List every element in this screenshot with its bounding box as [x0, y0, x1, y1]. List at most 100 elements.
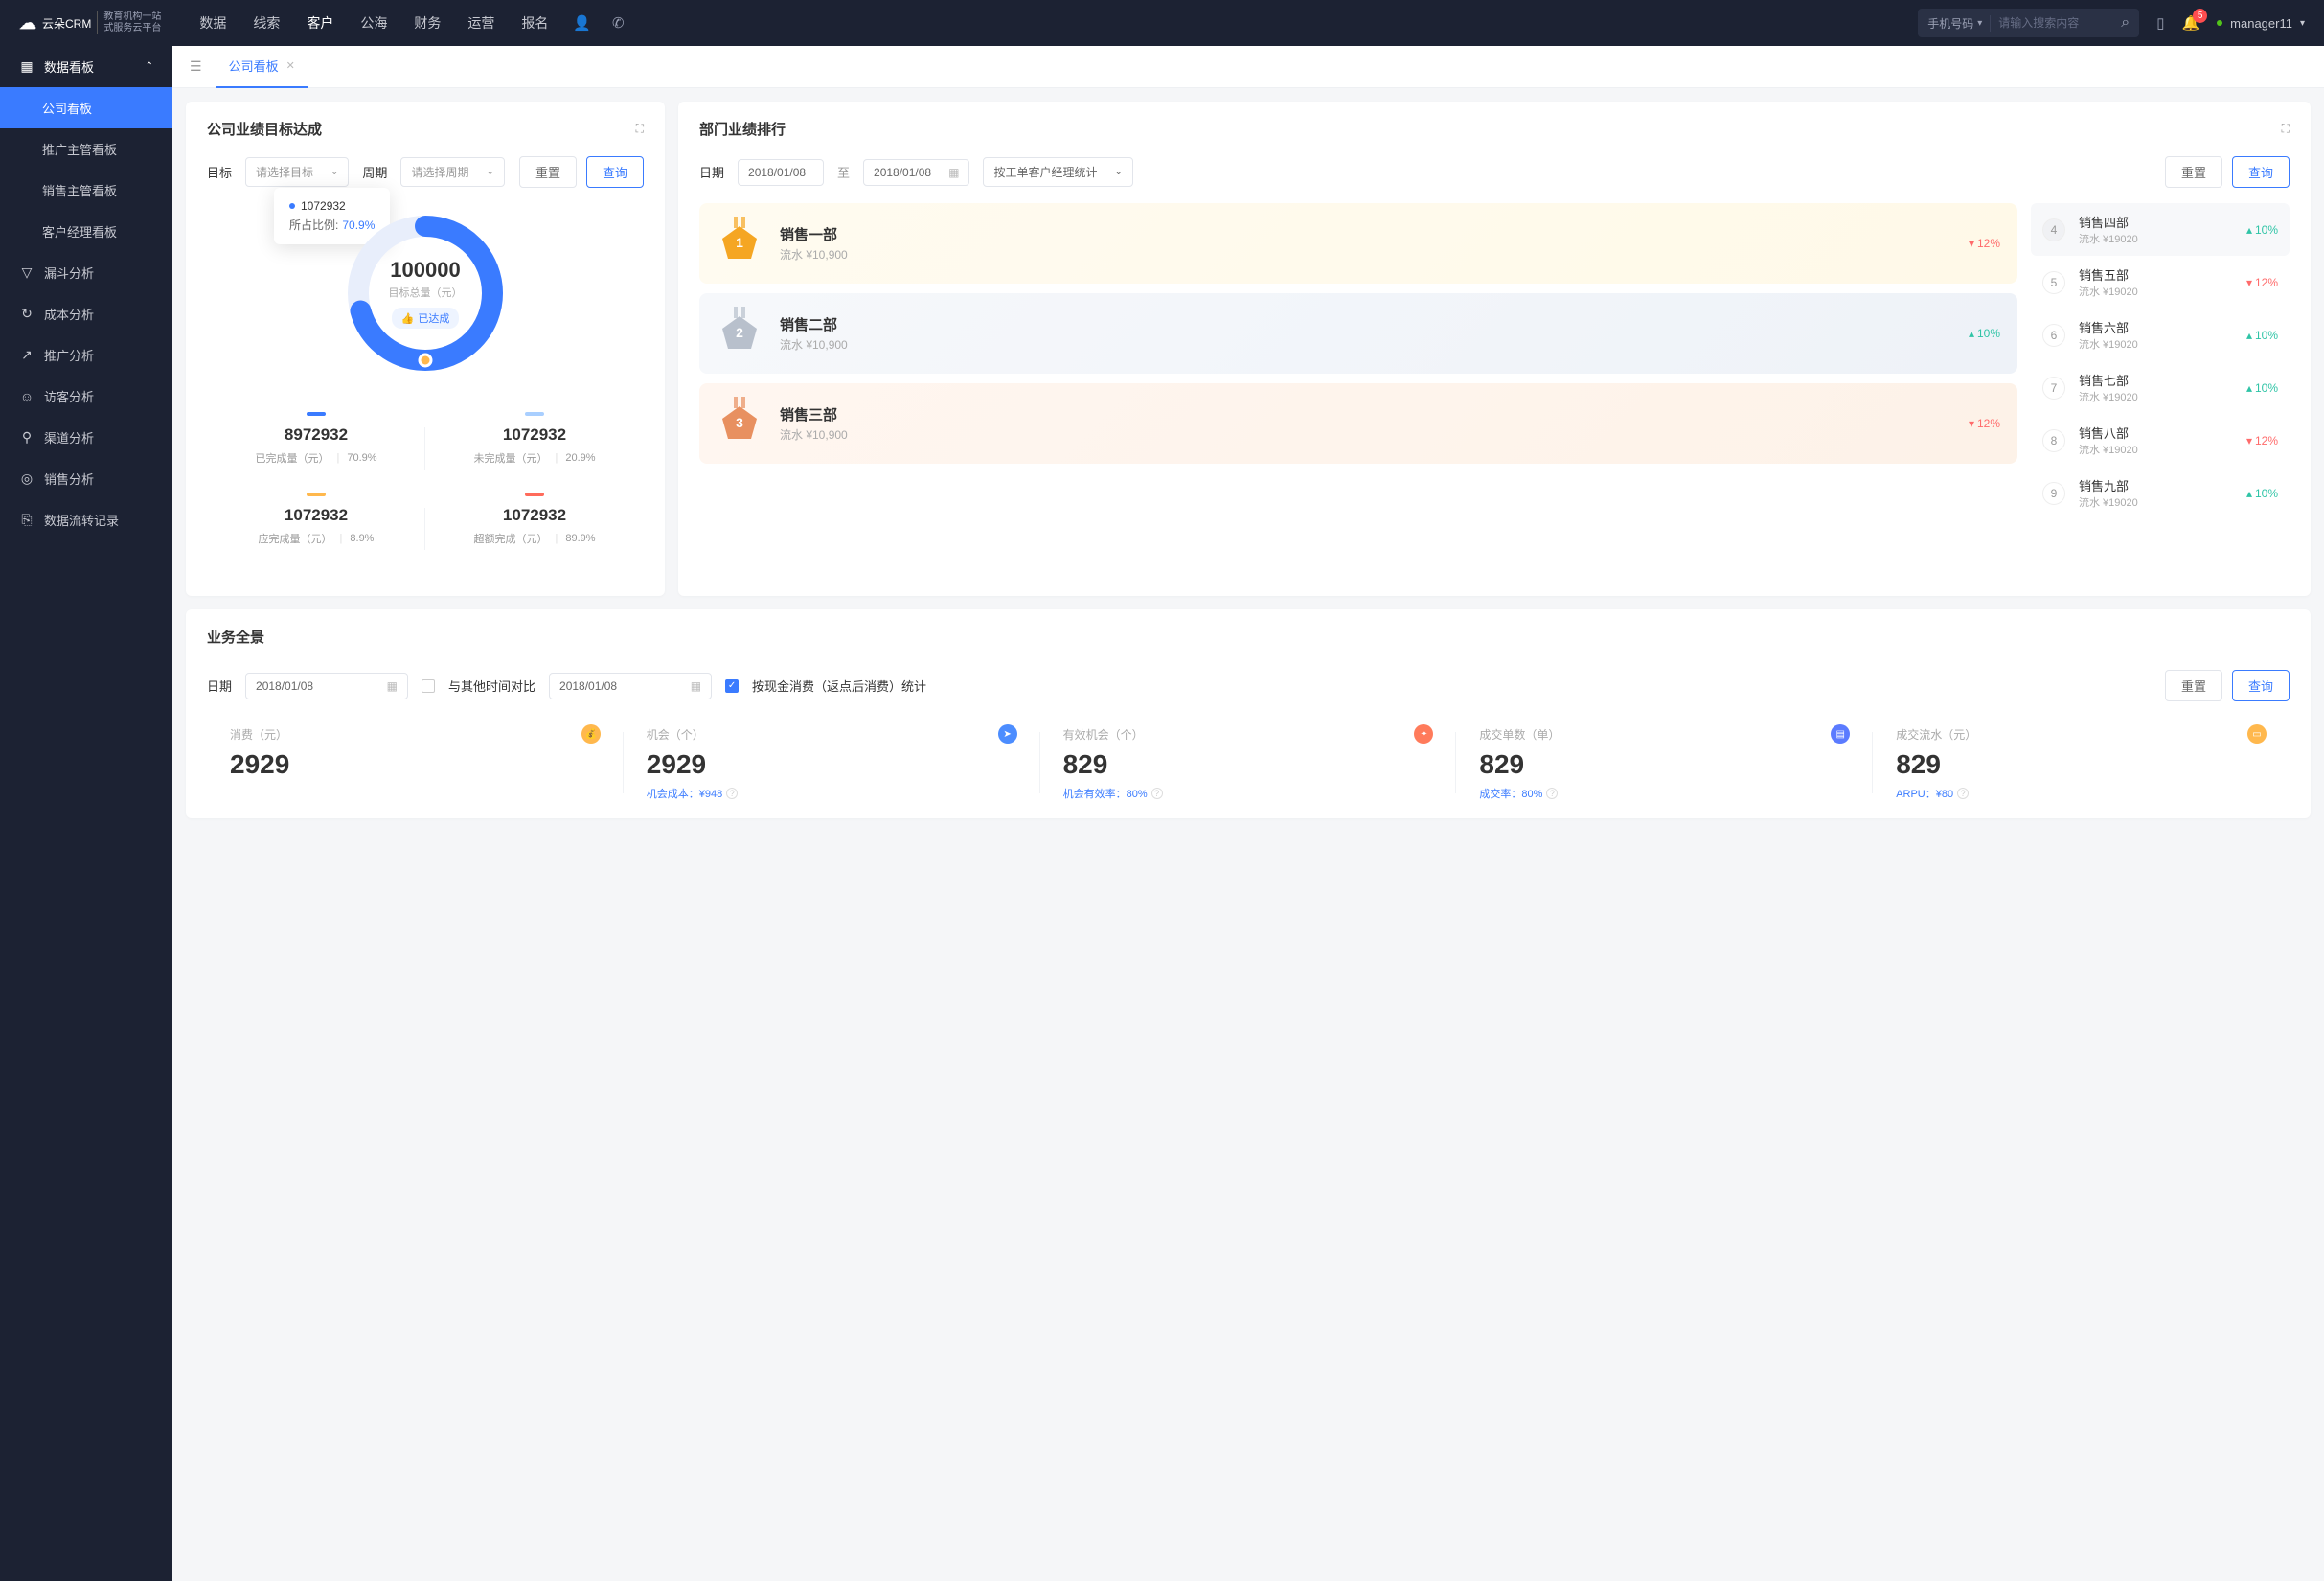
logo: ☁ 云朵CRM 教育机构一站式服务云平台 [19, 11, 161, 34]
nav-item-0[interactable]: 数据 [199, 13, 226, 33]
user-menu[interactable]: manager11 ▾ [2217, 16, 2305, 31]
help-icon[interactable]: ? [726, 788, 738, 799]
goal-stat-2: 1072932应完成量（元）|8.9% [207, 479, 425, 560]
sidebar-icon: ◎ [19, 470, 34, 487]
nav-item-4[interactable]: 财务 [414, 13, 441, 33]
metric-icon: 💰 [581, 724, 601, 744]
target-select[interactable]: 请选择目标⌄ [245, 157, 349, 187]
date2-input[interactable]: 2018/01/08▦ [549, 673, 712, 699]
date-to-input[interactable]: 2018/01/08▦ [863, 159, 969, 186]
sidebar-item-3[interactable]: ☺访客分析 [0, 376, 172, 417]
help-icon[interactable]: ? [1151, 788, 1163, 799]
business-title: 业务全景 [207, 627, 2290, 647]
user-icon[interactable]: 👤 [573, 14, 591, 32]
date-from-input[interactable]: 2018/01/08 [738, 159, 824, 186]
rank-item-5: 5销售五部流水 ¥19020▾12% [2031, 256, 2290, 309]
goal-stat-3: 1072932超额完成（元）|89.9% [425, 479, 644, 560]
metric-1: 机会（个）➤2929机会成本：¥948? [624, 724, 1040, 801]
sidebar-item-2[interactable]: ↗推广分析 [0, 334, 172, 376]
nav-item-2[interactable]: 客户 [307, 13, 333, 33]
rank-top-1: 1销售一部流水 ¥10,900▾12% [699, 203, 2017, 284]
expand-icon[interactable]: ⛶ [636, 122, 644, 136]
rank-item-6: 6销售六部流水 ¥19020▴10% [2031, 309, 2290, 361]
search-type-select[interactable]: 手机号码▾ [1927, 15, 1991, 32]
nav-item-6[interactable]: 报名 [521, 13, 548, 33]
period-select[interactable]: 请选择周期⌄ [400, 157, 504, 187]
chevron-down-icon: ⌄ [330, 167, 338, 177]
svg-text:1: 1 [736, 235, 743, 250]
brand-sub: 教育机构一站式服务云平台 [97, 11, 161, 34]
date1-input[interactable]: 2018/01/08▦ [245, 673, 408, 699]
chevron-down-icon: ⌄ [1114, 167, 1122, 177]
ranking-card: 部门业绩排行 ⛶ 日期 2018/01/08 至 2018/01/08▦ 按工单… [678, 102, 2311, 596]
query-button[interactable]: 查询 [586, 156, 644, 188]
business-card: 业务全景 日期 2018/01/08▦ 与其他时间对比 2018/01/08▦ … [186, 609, 2311, 818]
expand-icon[interactable]: ⛶ [2282, 122, 2290, 136]
sidebar-sub-2[interactable]: 销售主管看板 [0, 170, 172, 211]
search-box: 手机号码▾ ⌕ [1918, 9, 2139, 37]
tab-bar: ☰ 公司看板 ✕ [172, 46, 2324, 88]
reset-button[interactable]: 重置 [2165, 670, 2222, 701]
goal-stat-1: 1072932未完成量（元）|20.9% [425, 399, 644, 479]
sidebar-sub-3[interactable]: 客户经理看板 [0, 211, 172, 252]
sidebar-header[interactable]: ▦数据看板 ⌃ [0, 46, 172, 87]
status-dot [2217, 20, 2222, 26]
hamburger-icon[interactable]: ☰ [182, 58, 210, 75]
sidebar-icon: ☺ [19, 389, 34, 404]
top-nav: 数据 线索 客户 公海 财务 运营 报名 [199, 13, 548, 33]
svg-text:3: 3 [736, 415, 743, 430]
goal-card: 公司业绩目标达成 ⛶ 目标 请选择目标⌄ 周期 请选择周期⌄ 重置 查询 [186, 102, 665, 596]
metric-icon: ▭ [2247, 724, 2267, 744]
dashboard-icon: ▦ [19, 58, 34, 75]
metric-icon: ▤ [1831, 724, 1850, 744]
cash-checkbox[interactable] [725, 679, 739, 693]
help-icon[interactable]: ? [1546, 788, 1558, 799]
sidebar-item-4[interactable]: ⚲渠道分析 [0, 417, 172, 458]
sidebar-item-0[interactable]: ▽漏斗分析 [0, 252, 172, 293]
query-button[interactable]: 查询 [2232, 156, 2290, 188]
target-label: 目标 [207, 163, 232, 181]
sidebar-item-1[interactable]: ↻成本分析 [0, 293, 172, 334]
help-icon[interactable]: ? [1957, 788, 1969, 799]
nav-item-1[interactable]: 线索 [253, 13, 280, 33]
bell-icon[interactable]: 🔔5 [2181, 14, 2199, 32]
rank-item-7: 7销售七部流水 ¥19020▴10% [2031, 361, 2290, 414]
medal-icon: 2 [717, 310, 763, 356]
nav-item-5[interactable]: 运营 [467, 13, 494, 33]
search-input[interactable] [1998, 16, 2113, 30]
close-icon[interactable]: ✕ [286, 59, 295, 72]
metric-icon: ➤ [998, 724, 1017, 744]
sidebar-icon: ↻ [19, 306, 34, 322]
period-label: 周期 [362, 163, 387, 181]
sidebar-sub-1[interactable]: 推广主管看板 [0, 128, 172, 170]
sidebar-icon: ⎘ [19, 512, 34, 528]
compare-checkbox[interactable] [422, 679, 435, 693]
sidebar-item-5[interactable]: ◎销售分析 [0, 458, 172, 499]
date-label: 日期 [207, 676, 232, 695]
topbar: ☁ 云朵CRM 教育机构一站式服务云平台 数据线索客户公海财务运营报名 👤 ✆ … [0, 0, 2324, 46]
rank-item-4: 4销售四部流水 ¥19020▴10% [2031, 203, 2290, 256]
calendar-icon: ▦ [387, 679, 398, 693]
calendar-icon: ▦ [948, 166, 959, 179]
date-label: 日期 [699, 163, 724, 181]
nav-item-3[interactable]: 公海 [360, 13, 387, 33]
phone-icon[interactable]: ✆ [612, 14, 625, 32]
search-icon[interactable]: ⌕ [2121, 14, 2130, 32]
tab-company-board[interactable]: 公司看板 ✕ [216, 46, 308, 88]
metric-icon: ✦ [1414, 724, 1433, 744]
thumbs-up-icon: 👍 [401, 312, 415, 325]
sidebar-sub-0[interactable]: 公司看板 [0, 87, 172, 128]
chevron-down-icon: ⌄ [486, 167, 493, 177]
medal-icon: 3 [717, 401, 763, 447]
reset-button[interactable]: 重置 [2165, 156, 2222, 188]
stat-by-select[interactable]: 按工单客户经理统计⌄ [983, 157, 1132, 187]
reset-button[interactable]: 重置 [519, 156, 577, 188]
mobile-icon[interactable]: ▯ [2156, 14, 2164, 32]
rank-item-8: 8销售八部流水 ¥19020▾12% [2031, 414, 2290, 467]
query-button[interactable]: 查询 [2232, 670, 2290, 701]
sidebar-item-6[interactable]: ⎘数据流转记录 [0, 499, 172, 540]
sidebar: ▦数据看板 ⌃ 公司看板推广主管看板销售主管看板客户经理看板 ▽漏斗分析↻成本分… [0, 46, 172, 1581]
rank-item-9: 9销售九部流水 ¥19020▴10% [2031, 467, 2290, 519]
sidebar-icon: ⚲ [19, 429, 34, 446]
rank-top-3: 3销售三部流水 ¥10,900▾12% [699, 383, 2017, 464]
